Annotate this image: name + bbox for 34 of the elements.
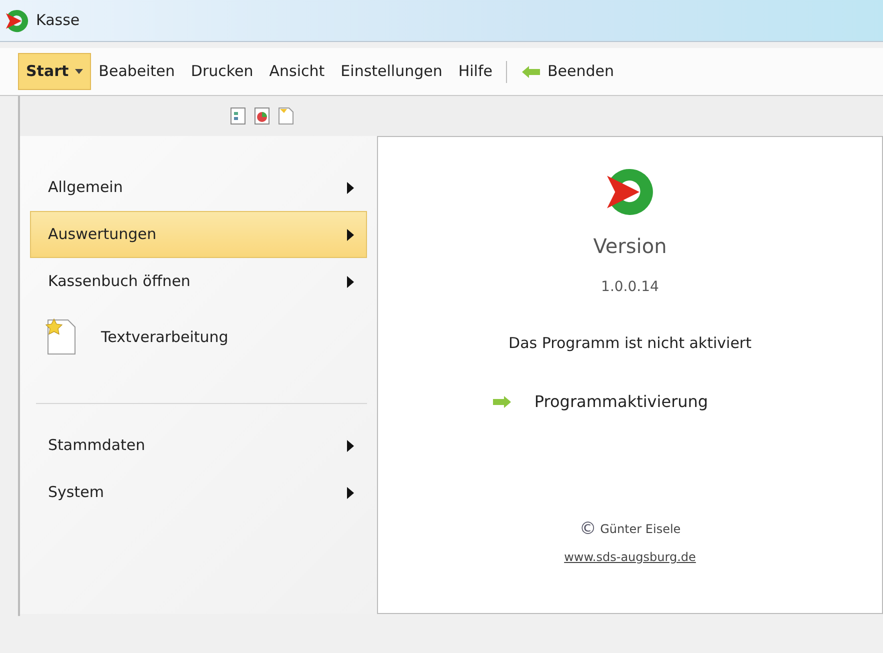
menu-item[interactable]: Auswertungen <box>30 211 367 258</box>
menu-item[interactable]: Ansicht <box>261 53 333 90</box>
menu-item[interactable]: Beenden <box>513 53 622 90</box>
submenu-arrow-icon <box>347 486 354 498</box>
website-link[interactable]: www.sds-augsburg.de <box>564 548 696 566</box>
submenu-arrow-icon <box>347 182 354 194</box>
menu-item[interactable]: Textverarbeitung <box>30 305 367 369</box>
copyright-icon: © <box>579 516 596 542</box>
activation-status: Das Programm ist nicht aktiviert <box>508 333 752 354</box>
arrow-right-icon <box>492 394 512 408</box>
note-icon[interactable] <box>278 107 294 125</box>
star-document-icon <box>45 318 77 356</box>
menu-item[interactable]: System <box>30 469 367 516</box>
menu-item[interactable]: Kassenbuch öffnen <box>30 258 367 305</box>
submenu-arrow-icon <box>347 440 354 452</box>
caret-icon <box>74 69 83 74</box>
menu-item[interactable]: Einstellungen <box>332 53 450 90</box>
submenu-arrow-icon <box>347 276 354 288</box>
menu-item[interactable]: Stammdaten <box>30 422 367 469</box>
chart-icon[interactable] <box>254 107 270 125</box>
submenu-arrow-icon <box>347 228 354 240</box>
version-number: 1.0.0.14 <box>601 278 659 297</box>
menu-item[interactable]: Allgemein <box>30 164 367 211</box>
document-icon[interactable] <box>230 107 246 125</box>
version-heading: Version <box>593 233 667 260</box>
activation-link[interactable]: Programmaktivierung <box>490 388 710 414</box>
arrow-left-icon <box>521 64 542 78</box>
window-title: Kasse <box>36 10 80 32</box>
menu-item[interactable]: Drucken <box>182 53 262 90</box>
logo-icon <box>4 8 30 34</box>
author-name: Günter Eisele <box>600 521 681 538</box>
menu-item[interactable]: Beabeiten <box>90 53 183 90</box>
menu-item[interactable]: Hilfe <box>450 53 500 90</box>
menu-item[interactable]: Start <box>18 53 91 90</box>
